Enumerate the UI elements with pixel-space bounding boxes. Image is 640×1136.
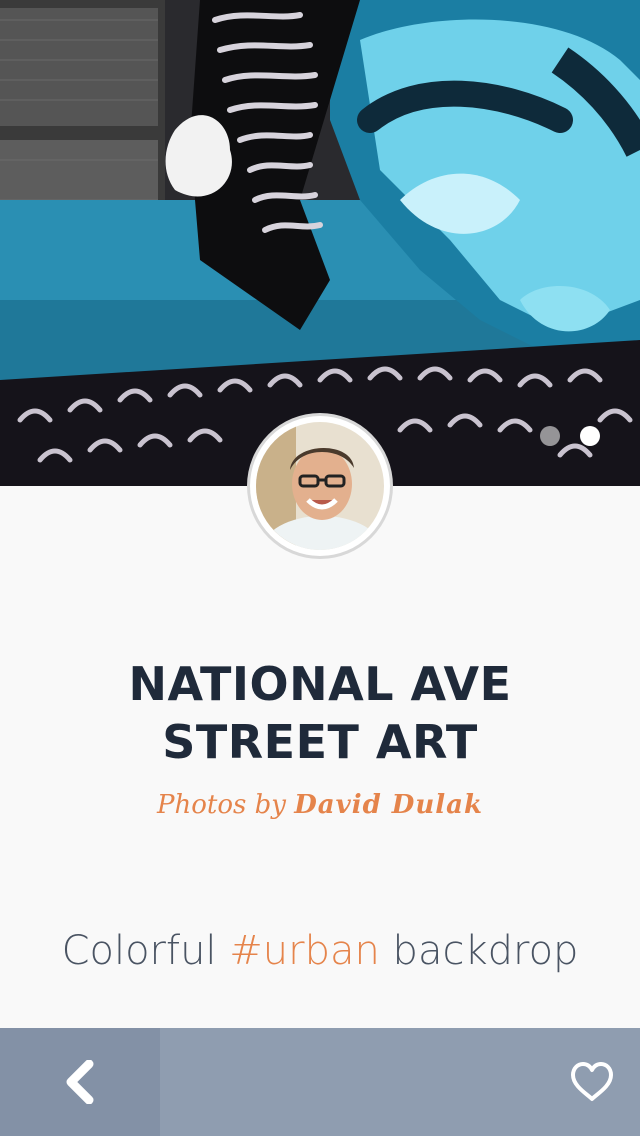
author-avatar[interactable] <box>250 416 390 556</box>
chevron-left-icon <box>66 1060 94 1104</box>
avatar-photo <box>256 422 384 550</box>
author-name-link[interactable]: David Dulak <box>294 790 483 820</box>
back-button[interactable] <box>0 1028 160 1136</box>
hashtag-link[interactable]: #urban <box>229 928 380 974</box>
title-line-1: NATIONAL AVE <box>128 657 512 711</box>
hero-photo[interactable] <box>0 0 640 486</box>
bottom-toolbar <box>0 1028 640 1136</box>
byline: Photos by David Dulak <box>0 790 640 820</box>
caption-text-after: backdrop <box>379 928 579 974</box>
street-art-image <box>0 0 640 486</box>
page-title: NATIONAL AVE STREET ART <box>0 655 640 771</box>
carousel-dot-2-active[interactable] <box>580 426 600 446</box>
carousel-dot-1[interactable] <box>540 426 560 446</box>
byline-prefix: Photos by <box>156 790 286 820</box>
caption-text-before: Colorful <box>61 928 230 974</box>
favorite-button[interactable] <box>564 1054 620 1110</box>
heart-outline-icon <box>571 1062 613 1101</box>
title-line-2: STREET ART <box>162 715 478 769</box>
carousel-page-indicator[interactable] <box>540 426 600 446</box>
photo-caption: Colorful #urban backdrop <box>0 928 640 974</box>
